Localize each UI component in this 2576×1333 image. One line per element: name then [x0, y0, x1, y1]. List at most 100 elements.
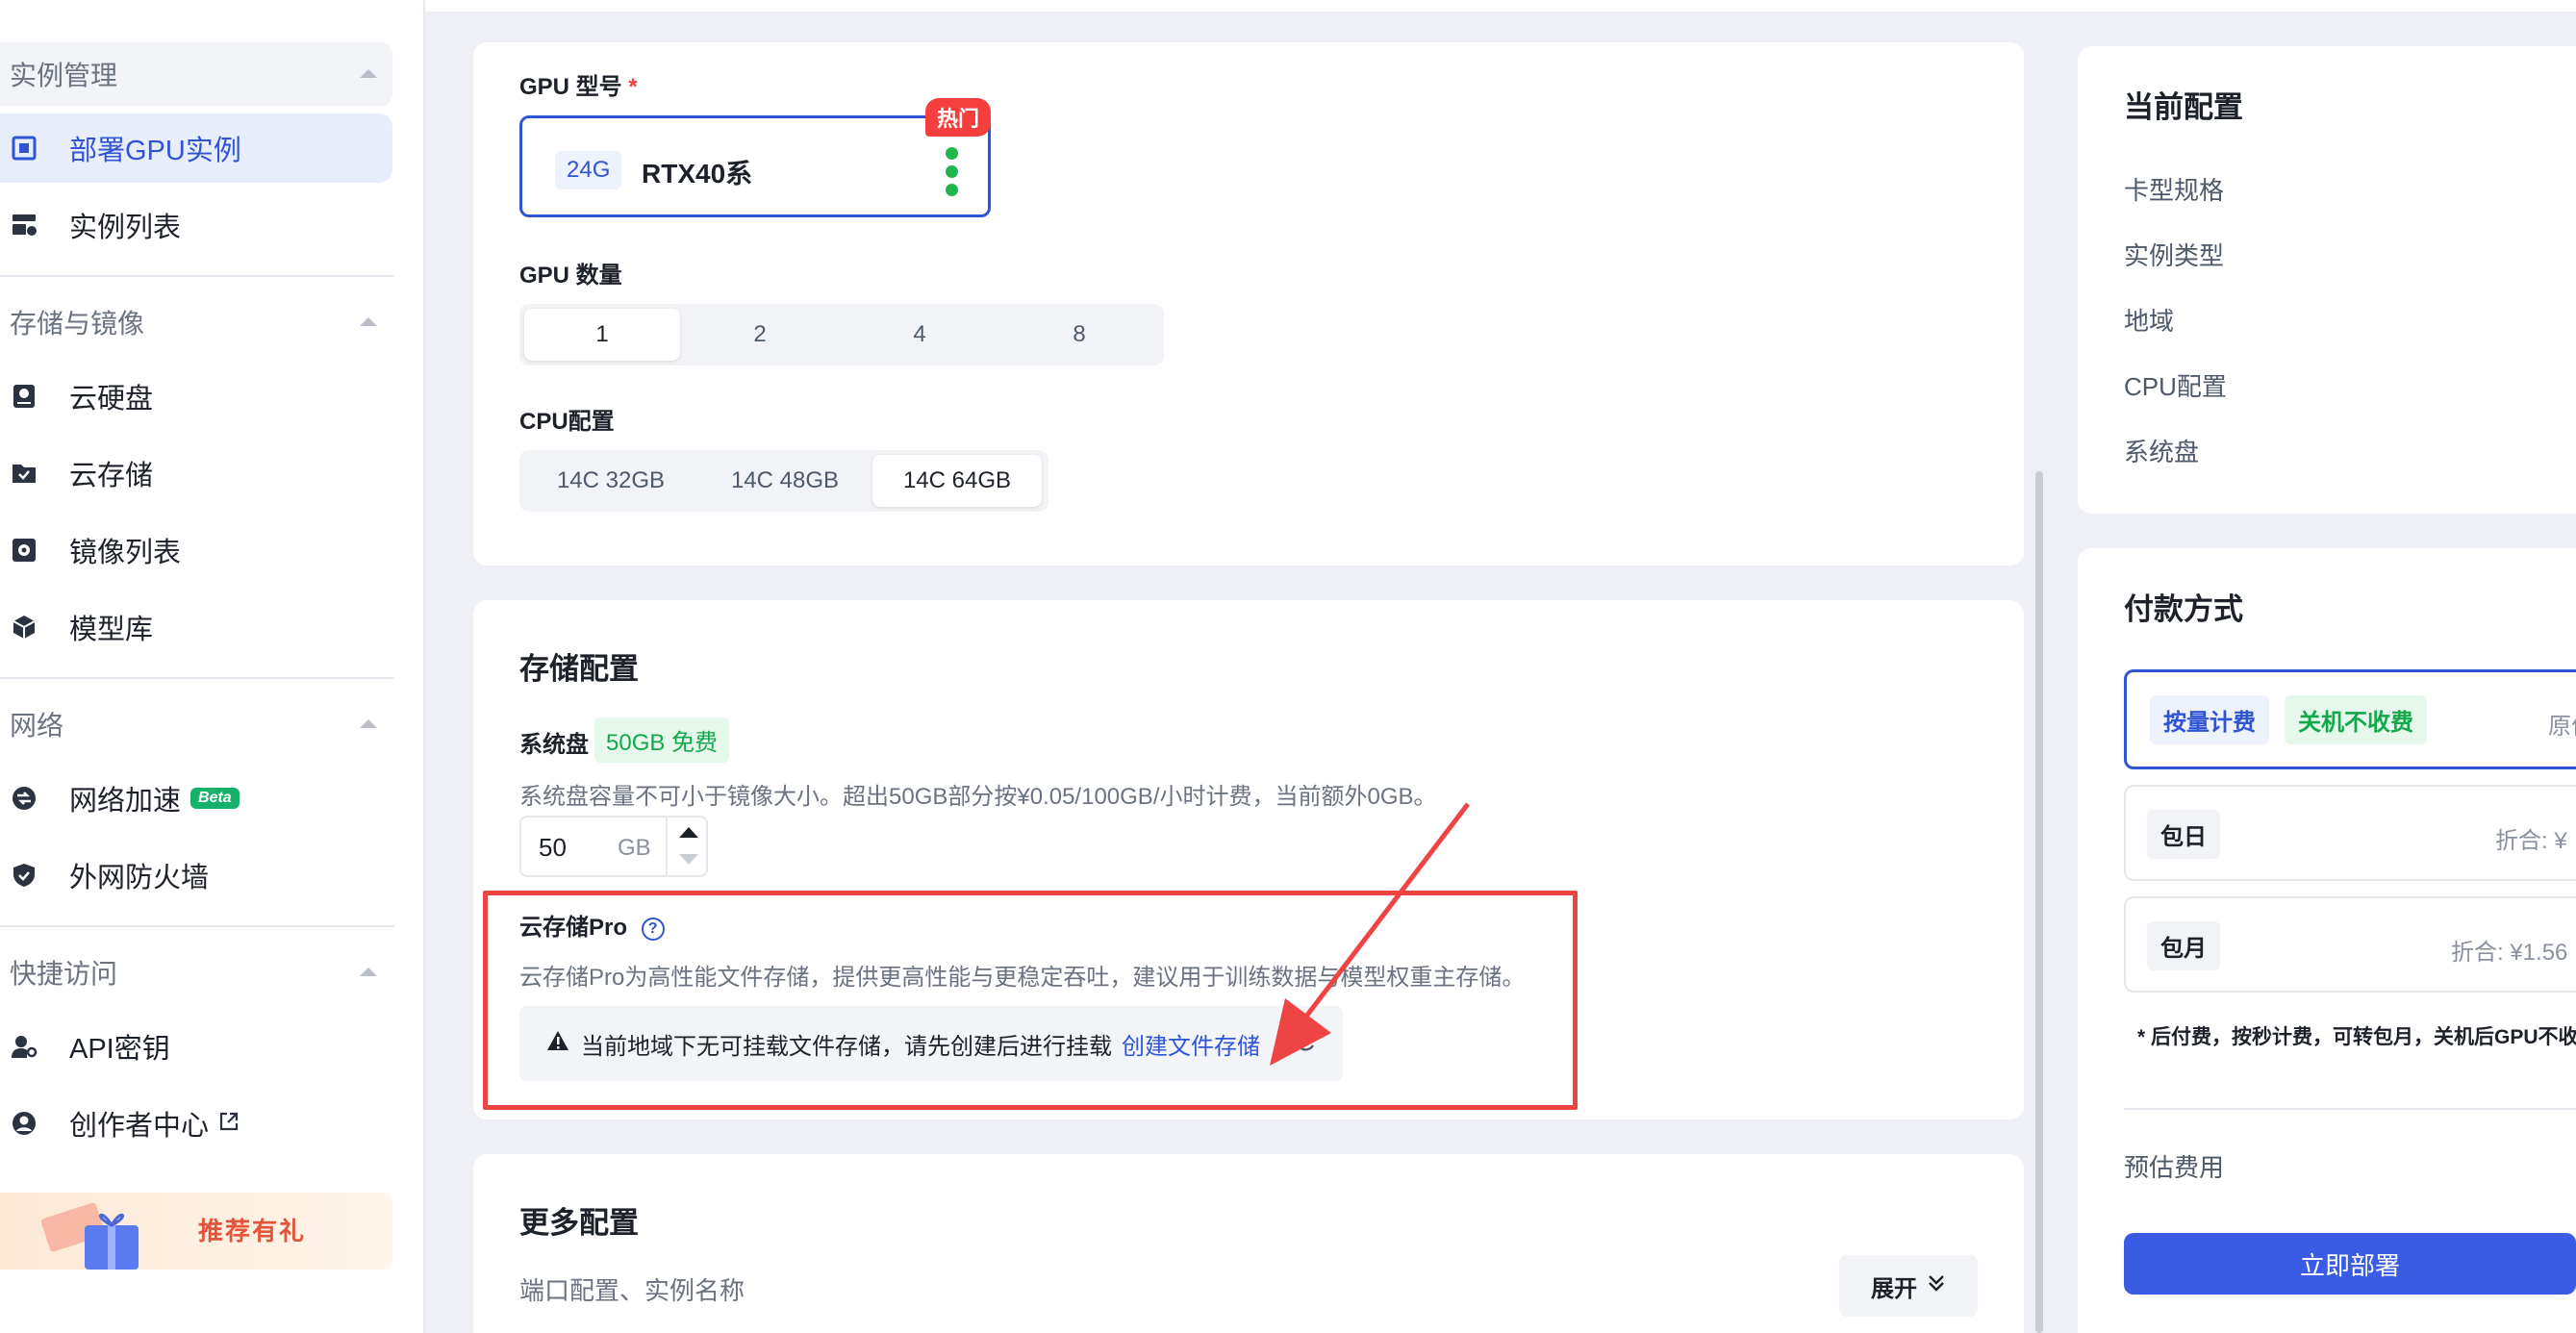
gpu-count-option[interactable]: 8: [999, 309, 1159, 361]
section-title: 快捷访问: [10, 959, 118, 989]
divider: [0, 275, 394, 277]
network-accel-icon: [10, 784, 38, 813]
billing-tag: 按量计费: [2150, 695, 2269, 744]
main-scrollbar[interactable]: [2035, 471, 2043, 1333]
sidebar-item-label: 创作者中心: [69, 1111, 210, 1142]
gpu-model-option-selected[interactable]: 24G RTX40系: [519, 115, 991, 217]
sidebar-section-quick-access[interactable]: 快捷访问: [0, 941, 392, 1004]
folder-icon: [10, 459, 38, 488]
required-mark: *: [628, 74, 638, 100]
payment-option-daily[interactable]: 包日 折合: ¥: [2124, 785, 2576, 881]
more-config-title: 更多配置: [519, 1206, 639, 1240]
disk-icon: [10, 382, 38, 411]
storage-config-title: 存储配置: [519, 652, 639, 686]
double-chevron-down-icon: [1927, 1272, 1946, 1299]
collapse-caret-icon[interactable]: [360, 719, 377, 728]
sidebar-item-image-list[interactable]: 镜像列表: [0, 516, 392, 585]
divider: [0, 925, 394, 927]
sidebar-item-api-key[interactable]: API密钥: [0, 1012, 392, 1081]
sidebar-item-label: 外网防火墙: [69, 863, 210, 893]
system-disk-size-input[interactable]: 50 GB: [519, 816, 708, 877]
sidebar-item-cloud-storage[interactable]: 云存储: [0, 439, 392, 508]
image-disc-icon: [10, 536, 38, 565]
external-link-icon: [218, 1108, 240, 1140]
section-title: 存储与镜像: [10, 309, 145, 339]
sidebar-item-deploy-gpu[interactable]: 部署GPU实例: [0, 113, 392, 183]
gpu-count-option[interactable]: 4: [840, 309, 999, 361]
hot-badge: 热门: [925, 98, 992, 137]
right-panel-clip: 按量计费 关机不收费 原价 包日 折合: ¥ 包月 折合: ¥1.56 * 后付…: [2078, 0, 2576, 1333]
sidebar-item-firewall[interactable]: 外网防火墙: [0, 841, 392, 910]
user-circle-icon: [10, 1109, 38, 1138]
expand-label: 展开: [1871, 1275, 1917, 1302]
shield-icon: [10, 861, 38, 890]
cpu-config-selector: 14C 32GB 14C 48GB 14C 64GB: [519, 450, 1048, 512]
sidebar-section-instance[interactable]: 实例管理: [0, 42, 392, 106]
gpu-model-label: GPU 型号 *: [519, 67, 638, 101]
availability-dots-icon: [946, 147, 958, 196]
more-config-description: 端口配置、实例名称: [519, 1276, 745, 1305]
payment-option-pay-as-you-go[interactable]: 按量计费 关机不收费 原价: [2124, 669, 2576, 769]
cube-icon: [10, 613, 38, 641]
cpu-config-label: CPU配置: [519, 409, 615, 435]
gpu-count-option[interactable]: 1: [524, 309, 680, 361]
vram-tag: 24G: [555, 151, 622, 189]
user-key-icon: [10, 1032, 38, 1061]
sidebar-item-label: 实例列表: [69, 213, 182, 243]
gift-box-icon: [35, 1202, 179, 1274]
gpu-count-label: GPU 数量: [519, 263, 622, 289]
disk-size-value: 50: [539, 833, 567, 862]
promo-label: 推荐有礼: [198, 1217, 307, 1245]
disk-size-unit: GB: [618, 835, 651, 861]
shutdown-free-tag: 关机不收费: [2285, 695, 2427, 744]
disk-size-stepper[interactable]: [666, 817, 708, 875]
sidebar-item-label: 模型库: [69, 615, 154, 645]
sidebar-item-label: API密钥: [69, 1034, 170, 1065]
gpu-model-name: RTX40系: [642, 159, 753, 189]
deploy-icon: [10, 134, 38, 163]
sidebar-item-creator-center[interactable]: 创作者中心: [0, 1089, 392, 1158]
free-quota-badge: 50GB 免费: [594, 717, 730, 763]
estimate-label: 预估费用: [2124, 1153, 2225, 1182]
cpu-option[interactable]: 14C 32GB: [524, 455, 697, 507]
section-title: 实例管理: [10, 61, 118, 90]
sidebar-item-label: 镜像列表: [69, 538, 182, 568]
gpu-count-option[interactable]: 2: [680, 309, 840, 361]
cpu-option[interactable]: 14C 64GB: [872, 455, 1042, 507]
billing-note: * 后付费，按秒计费，可转包月，关机后GPU不收费: [2137, 1026, 2576, 1048]
sidebar-item-instance-list[interactable]: 实例列表: [0, 190, 392, 260]
collapse-caret-icon[interactable]: [360, 317, 377, 326]
server-list-icon: [10, 211, 38, 239]
payment-option-monthly[interactable]: 包月 折合: ¥1.56: [2124, 896, 2576, 993]
increment-arrow-icon[interactable]: [679, 827, 698, 838]
sidebar-item-label: 部署GPU实例: [69, 136, 241, 166]
system-disk-label: 系统盘: [519, 732, 589, 758]
gpu-count-selector: 1 2 4 8: [519, 304, 1164, 365]
sidebar-item-label: 云存储: [69, 461, 154, 491]
sidebar-section-storage[interactable]: 存储与镜像: [0, 290, 392, 354]
decrement-arrow-icon[interactable]: [679, 854, 698, 865]
referral-promo-banner[interactable]: 推荐有礼: [0, 1193, 392, 1270]
sidebar-item-cloud-disk[interactable]: 云硬盘: [0, 362, 392, 431]
sidebar-item-label: 网络加速: [69, 786, 182, 817]
deploy-now-button[interactable]: 立即部署: [2124, 1233, 2576, 1295]
sidebar: 实例管理 部署GPU实例 实例列表 存储与镜像 云硬盘 云存储 镜像列表 模型库…: [0, 0, 425, 1333]
beta-badge: Beta: [190, 788, 240, 809]
divider: [2124, 1108, 2576, 1110]
sidebar-section-network[interactable]: 网络: [0, 692, 392, 756]
annotation-arrow-icon: [1270, 802, 1470, 1066]
gpu-model-label-text: GPU 型号: [519, 74, 622, 100]
sidebar-item-network-accel[interactable]: 网络加速 Beta: [0, 764, 392, 833]
section-title: 网络: [10, 711, 64, 741]
sidebar-item-model-hub[interactable]: 模型库: [0, 592, 392, 662]
price-label: 原价: [2548, 714, 2576, 740]
price-label: 折合: ¥: [2495, 828, 2567, 854]
collapse-caret-icon[interactable]: [360, 69, 377, 78]
collapse-caret-icon[interactable]: [360, 968, 377, 976]
cpu-option[interactable]: 14C 48GB: [697, 455, 872, 507]
billing-tag: 包日: [2147, 810, 2220, 859]
divider: [0, 677, 394, 679]
billing-tag: 包月: [2147, 921, 2220, 970]
expand-button[interactable]: 展开: [1839, 1255, 1978, 1317]
sidebar-item-label: 云硬盘: [69, 384, 154, 415]
